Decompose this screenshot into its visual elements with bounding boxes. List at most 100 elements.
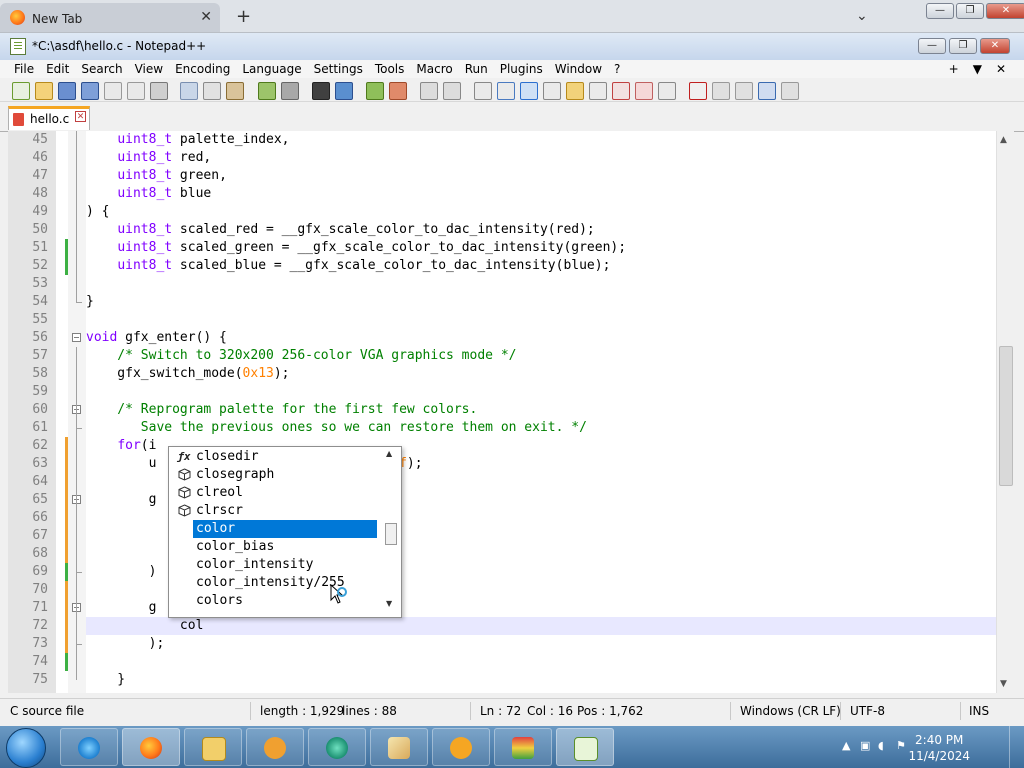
action-center-flag-icon[interactable]: ⚑: [896, 740, 908, 752]
autocomplete-item[interactable]: clrscr: [169, 502, 379, 520]
code-line[interactable]: 48 uint8_t blue: [8, 185, 1014, 203]
new-document-tab-button[interactable]: +: [949, 62, 959, 76]
code-line[interactable]: 63 u / 0x1f);: [8, 455, 1014, 473]
code-line[interactable]: 72 col: [8, 617, 1014, 635]
restore-button[interactable]: ❐: [956, 3, 984, 19]
scroll-down-arrow-icon[interactable]: ▼: [1000, 679, 1007, 689]
indent-guide-icon[interactable]: [520, 82, 538, 100]
autocomplete-item[interactable]: color_intensity: [169, 556, 379, 574]
code-editor[interactable]: 45 uint8_t palette_index, 46 uint8_t red,…: [8, 131, 1014, 693]
ac-scroll-thumb[interactable]: [385, 523, 397, 545]
code-line[interactable]: 56 void gfx_enter() {: [8, 329, 1014, 347]
editor-vertical-scrollbar[interactable]: ▲ ▼: [996, 131, 1014, 693]
code-line[interactable]: 59: [8, 383, 1014, 401]
ac-scroll-up-icon[interactable]: ▲: [386, 449, 392, 458]
doc-tab-close-icon[interactable]: ✕: [75, 111, 86, 122]
paste-icon[interactable]: [226, 82, 244, 100]
taskbar-clock[interactable]: 2:40 PM 11/4/2024: [908, 732, 970, 764]
ac-scroll-down-icon[interactable]: ▼: [386, 599, 392, 608]
zoom-out-icon[interactable]: [389, 82, 407, 100]
code-line[interactable]: 51 uint8_t scaled_green = __gfx_scale_co…: [8, 239, 1014, 257]
scroll-up-arrow-icon[interactable]: ▲: [1000, 135, 1007, 145]
fold-toggle-icon[interactable]: [72, 333, 81, 342]
save-all-icon[interactable]: [81, 82, 99, 100]
code-line[interactable]: 74: [8, 653, 1014, 671]
autocomplete-item[interactable]: ƒx closedir: [169, 448, 379, 466]
code-line[interactable]: 70: [8, 581, 1014, 599]
print-icon[interactable]: [150, 82, 168, 100]
close-document-button[interactable]: ✕: [996, 62, 1006, 76]
word-wrap-icon[interactable]: [474, 82, 492, 100]
code-line[interactable]: 55: [8, 311, 1014, 329]
save-icon[interactable]: [58, 82, 76, 100]
volume-muted-icon[interactable]: ◖: [878, 740, 890, 752]
taskbar-paint[interactable]: [370, 728, 428, 766]
code-line[interactable]: 49) {: [8, 203, 1014, 221]
doc-map-icon[interactable]: [566, 82, 584, 100]
redo-icon[interactable]: [281, 82, 299, 100]
menu-settings[interactable]: Settings: [308, 62, 369, 76]
autocomplete-item[interactable]: color_bias: [169, 538, 379, 556]
menu-window[interactable]: Window: [549, 62, 608, 76]
menu-search[interactable]: Search: [75, 62, 128, 76]
doc-list-icon[interactable]: [589, 82, 607, 100]
code-line[interactable]: 57 /* Switch to 320x200 256-color VGA gr…: [8, 347, 1014, 365]
monitoring-icon[interactable]: [658, 82, 676, 100]
autocomplete-item-selected[interactable]: color: [169, 520, 379, 538]
copy-icon[interactable]: [203, 82, 221, 100]
menu-edit[interactable]: Edit: [40, 62, 75, 76]
npp-minimize-button[interactable]: —: [918, 38, 946, 54]
taskbar-media-player[interactable]: [246, 728, 304, 766]
taskbar-notepadpp[interactable]: [556, 728, 614, 766]
lang-define-icon[interactable]: [543, 82, 561, 100]
autocomplete-popup[interactable]: ƒx closedir closegraph clreol clrscr color col…: [168, 446, 402, 618]
code-line[interactable]: 65 g: [8, 491, 1014, 509]
menu-view[interactable]: View: [129, 62, 169, 76]
code-line[interactable]: 71 g: [8, 599, 1014, 617]
code-line[interactable]: 66: [8, 509, 1014, 527]
save-macro-icon[interactable]: [781, 82, 799, 100]
tab-list-dropdown[interactable]: ▼: [973, 62, 982, 76]
code-line[interactable]: 45 uint8_t palette_index,: [8, 131, 1014, 149]
cut-icon[interactable]: [180, 82, 198, 100]
status-encoding[interactable]: UTF-8: [850, 704, 885, 718]
menu-run[interactable]: Run: [459, 62, 494, 76]
new-file-icon[interactable]: [12, 82, 30, 100]
close-all-icon[interactable]: [127, 82, 145, 100]
menu-plugins[interactable]: Plugins: [494, 62, 549, 76]
undo-icon[interactable]: [258, 82, 276, 100]
autocomplete-item[interactable]: clreol: [169, 484, 379, 502]
menu-file[interactable]: File: [0, 62, 40, 76]
autocomplete-scrollbar[interactable]: ▲ ▼: [379, 447, 400, 617]
stop-record-icon[interactable]: [712, 82, 730, 100]
code-line[interactable]: 61 Save the previous ones so we can rest…: [8, 419, 1014, 437]
function-list-icon[interactable]: [612, 82, 630, 100]
code-line[interactable]: 75 }: [8, 671, 1014, 689]
close-window-button[interactable]: ✕: [986, 3, 1024, 19]
folder-workspace-icon[interactable]: [635, 82, 653, 100]
taskbar-app-chart[interactable]: [494, 728, 552, 766]
close-icon[interactable]: [104, 82, 122, 100]
code-line[interactable]: 62 for(i: [8, 437, 1014, 455]
autocomplete-item[interactable]: closegraph: [169, 466, 379, 484]
menu-help[interactable]: ?: [608, 62, 626, 76]
doc-tab-hello-c[interactable]: hello.c ✕: [8, 106, 90, 130]
show-all-chars-icon[interactable]: [497, 82, 515, 100]
code-line[interactable]: 47 uint8_t green,: [8, 167, 1014, 185]
code-line[interactable]: 73 );: [8, 635, 1014, 653]
open-file-icon[interactable]: [35, 82, 53, 100]
menu-macro[interactable]: Macro: [410, 62, 458, 76]
taskbar-app-green[interactable]: [308, 728, 366, 766]
show-desktop-button[interactable]: [1009, 726, 1024, 768]
code-line[interactable]: 52 uint8_t scaled_blue = __gfx_scale_col…: [8, 257, 1014, 275]
taskbar-scratch[interactable]: [432, 728, 490, 766]
code-line[interactable]: 54}: [8, 293, 1014, 311]
code-line[interactable]: 46 uint8_t red,: [8, 149, 1014, 167]
menu-encoding[interactable]: Encoding: [169, 62, 236, 76]
menu-language[interactable]: Language: [236, 62, 307, 76]
network-icon[interactable]: ▣: [860, 740, 872, 752]
taskbar-firefox[interactable]: [122, 728, 180, 766]
taskbar-internet-explorer[interactable]: [60, 728, 118, 766]
new-tab-button[interactable]: +: [236, 6, 251, 27]
show-hidden-icons-icon[interactable]: ▲: [842, 740, 854, 752]
